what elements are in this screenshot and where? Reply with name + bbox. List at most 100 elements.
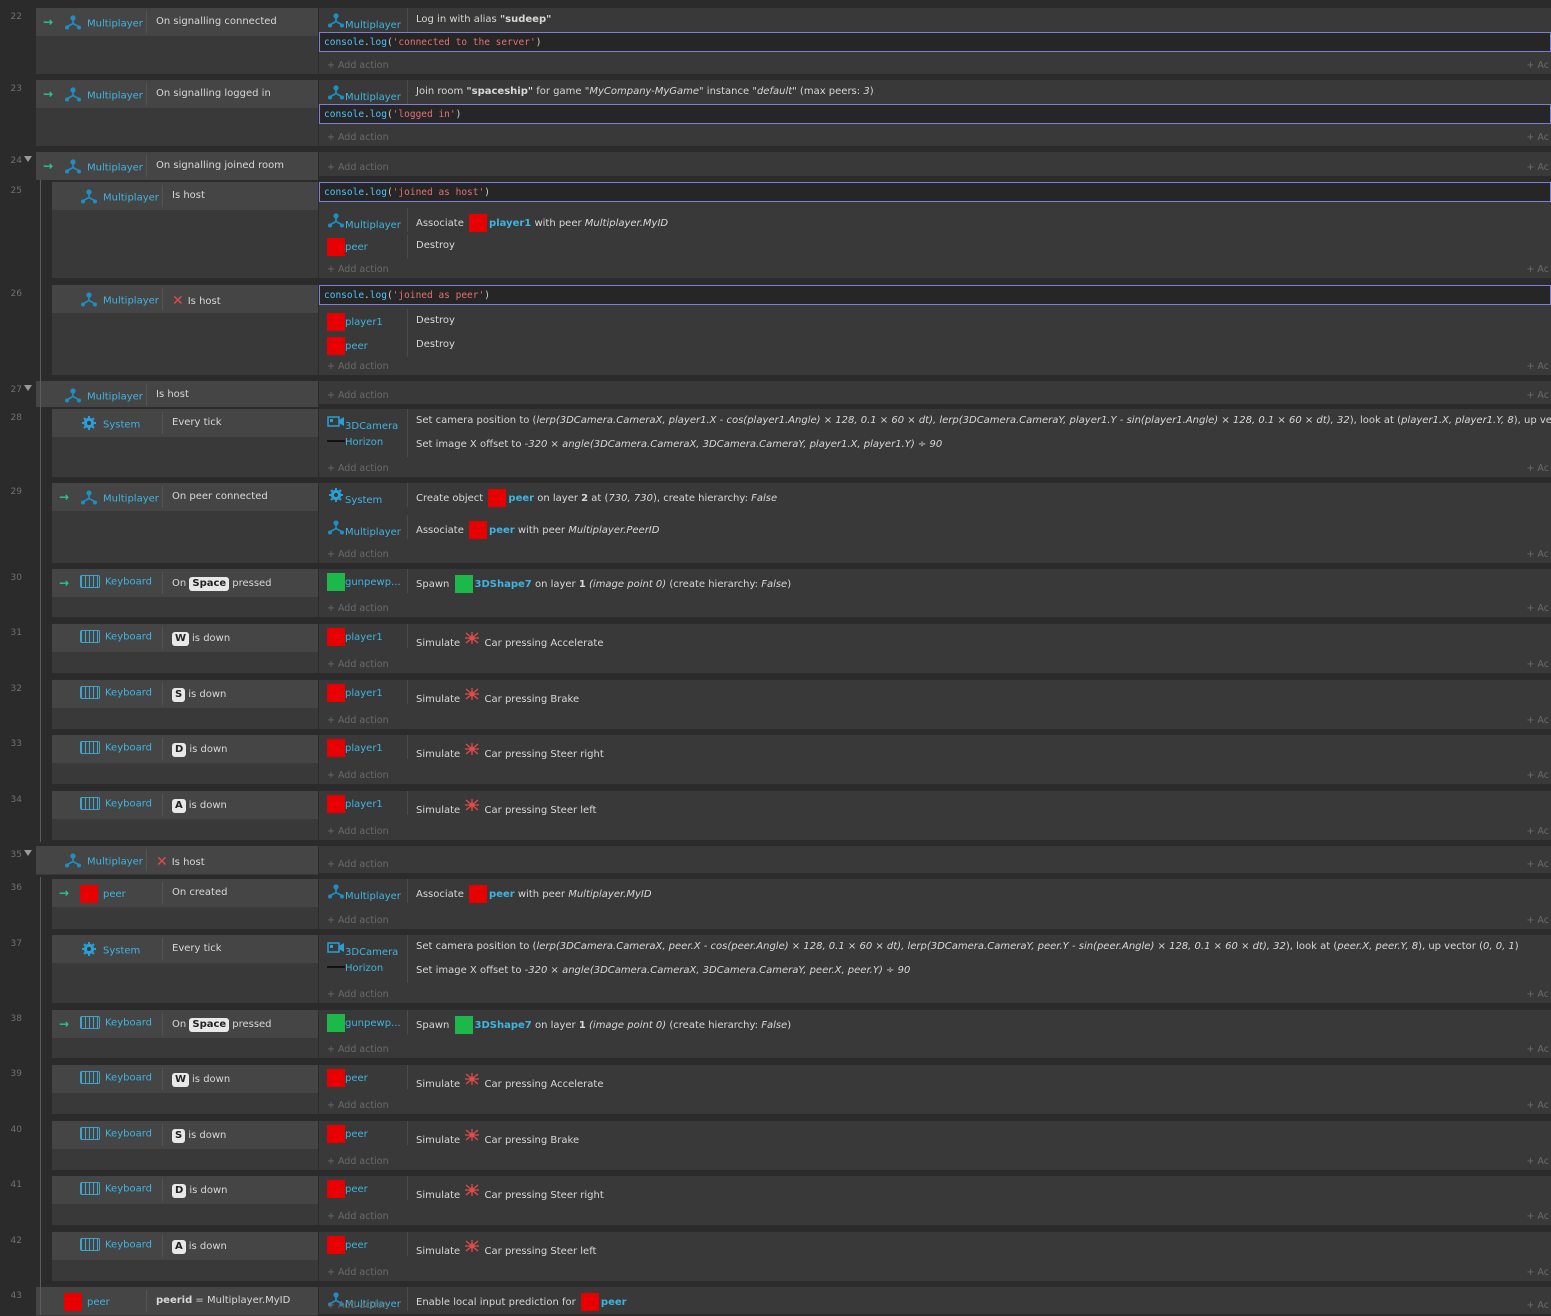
action[interactable]: player1 Simulate Car pressing Brake (319, 680, 1551, 705)
add-action-link-right[interactable]: + Ac (1526, 989, 1549, 1000)
action-block[interactable]: player1 Simulate Car pressing Steer left +… (319, 791, 1551, 840)
condition-block[interactable]: → Multiplayer On peer connected (52, 483, 318, 563)
condition[interactable]: Multiplayer ✕ Is host (36, 846, 318, 875)
script-action[interactable]: console.log('joined as host') (319, 182, 1551, 202)
action-block[interactable]: Multiplayer Enable local input prediction… (319, 1287, 1551, 1314)
condition-block[interactable]: Keyboard Sis down (52, 1121, 318, 1170)
condition[interactable]: → Keyboard On Space pressed (52, 1010, 318, 1039)
event-block[interactable]: 36 → peer On created Multiplayer Associate pe… (0, 877, 1551, 931)
condition[interactable]: → Multiplayer On peer connected (52, 483, 318, 512)
add-action-link-right[interactable]: + Ac (1526, 463, 1549, 474)
action[interactable]: Horizon Set image X offset to -320 × angl… (319, 433, 1551, 457)
event-block[interactable]: 34 Keyboard Ais down player1 Simulate Car pr… (0, 789, 1551, 842)
add-action-link-right[interactable]: + Ac (1526, 770, 1549, 781)
condition-block[interactable]: Keyboard Dis down (52, 1176, 318, 1225)
condition-block[interactable]: Keyboard Sis down (52, 680, 318, 729)
condition[interactable]: Multiplayer Is host (36, 381, 318, 410)
add-action-link[interactable]: + Add action (327, 915, 389, 926)
action[interactable]: Multiplayer Associate peer with peer Mult… (319, 515, 1551, 539)
action[interactable]: Multiplayer Associate peer with peer Mult… (319, 879, 1551, 903)
add-action-link-right[interactable]: + Ac (1526, 859, 1549, 870)
condition[interactable]: Multiplayer Is host (52, 182, 318, 211)
action-block[interactable]: + Add action + Ac (319, 152, 1551, 176)
add-action-link[interactable]: + Add action (327, 1300, 389, 1311)
condition-block[interactable]: Keyboard Ais down (52, 791, 318, 840)
event-block[interactable]: 31 Keyboard Wis down player1 Simulate Car pr… (0, 622, 1551, 675)
add-action-link[interactable]: + Add action (327, 60, 389, 71)
condition[interactable]: Keyboard Dis down (52, 735, 318, 764)
action[interactable]: Multiplayer Log in with alias "sudeep" (319, 8, 1551, 32)
action-block[interactable]: console.log('joined as peer') player1 Dest… (319, 285, 1551, 375)
event-block[interactable]: 29 → Multiplayer On peer connected System Cre… (0, 481, 1551, 565)
action[interactable]: Multiplayer Join room "spaceship" for gam… (319, 80, 1551, 104)
condition-block[interactable]: peer peerid = Multiplayer.MyID (36, 1287, 318, 1316)
add-action-link[interactable]: + Add action (327, 1267, 389, 1278)
action-block[interactable]: player1 Simulate Car pressing Accelerate +… (319, 624, 1551, 673)
action-block[interactable]: 3DCamera Set camera position to (lerp(3DC… (319, 409, 1551, 477)
event-block[interactable]: 38 → Keyboard On Space pressed gunpewp... Spaw… (0, 1008, 1551, 1060)
action-block[interactable]: player1 Simulate Car pressing Steer right… (319, 735, 1551, 784)
add-action-link-right[interactable]: + Ac (1526, 915, 1549, 926)
add-action-link-right[interactable]: + Ac (1526, 1300, 1549, 1311)
event-block[interactable]: 42 Keyboard Ais down peer Simulate Car press… (0, 1230, 1551, 1283)
action[interactable]: player1 Simulate Car pressing Steer left (319, 791, 1551, 816)
add-action-link[interactable]: + Add action (327, 603, 389, 614)
action[interactable]: peer Simulate Car pressing Accelerate (319, 1065, 1551, 1090)
action[interactable]: peer Destroy (319, 234, 1551, 258)
add-action-link[interactable]: + Add action (327, 463, 389, 474)
add-action-link[interactable]: + Add action (327, 132, 389, 143)
action[interactable]: peer Simulate Car pressing Steer left (319, 1232, 1551, 1257)
script-action[interactable]: console.log('logged in') (319, 104, 1551, 124)
action[interactable]: player1 Destroy (319, 309, 1551, 333)
event-block[interactable]: 43 peer peerid = Multiplayer.MyID Multiplay… (0, 1285, 1551, 1316)
condition-block[interactable]: → Multiplayer On signalling joined room (36, 152, 318, 181)
condition[interactable]: Keyboard Sis down (52, 1121, 318, 1150)
event-block[interactable]: 22 → Multiplayer On signalling connected Mul… (0, 6, 1551, 76)
condition-block[interactable]: Multiplayer ✕ Is host (52, 285, 318, 375)
add-action-link-right[interactable]: + Ac (1526, 1044, 1549, 1055)
action-block[interactable]: Multiplayer Associate peer with peer Mult… (319, 879, 1551, 929)
event-block[interactable]: 40 Keyboard Sis down peer Simulate Car press… (0, 1119, 1551, 1172)
add-action-link[interactable]: + Add action (327, 162, 389, 173)
add-action-link-right[interactable]: + Ac (1526, 1156, 1549, 1167)
event-block[interactable]: 28 System Every tick 3DCamera Set camera pos… (0, 407, 1551, 479)
add-action-link-right[interactable]: + Ac (1526, 132, 1549, 143)
add-action-link[interactable]: + Add action (327, 1044, 389, 1055)
action-block[interactable]: peer Simulate Car pressing Steer left + Ad… (319, 1232, 1551, 1281)
add-action-link-right[interactable]: + Ac (1526, 659, 1549, 670)
condition[interactable]: → Multiplayer On signalling joined room (36, 152, 318, 181)
action[interactable]: player1 Simulate Car pressing Steer right (319, 735, 1551, 760)
add-action-link-right[interactable]: + Ac (1526, 60, 1549, 71)
add-action-link[interactable]: + Add action (327, 770, 389, 781)
event-block[interactable]: 39 Keyboard Wis down peer Simulate Car press… (0, 1063, 1551, 1116)
action-block[interactable]: peer Simulate Car pressing Steer right + A… (319, 1176, 1551, 1225)
event-block[interactable]: 27 Multiplayer Is host + Add action + Ac (0, 379, 1551, 410)
condition[interactable]: Keyboard Ais down (52, 791, 318, 820)
add-action-link[interactable]: + Add action (327, 989, 389, 1000)
event-block[interactable]: 30 → Keyboard On Space pressed gunpewp... Spaw… (0, 567, 1551, 619)
event-block[interactable]: 26 Multiplayer ✕ Is host console.log('joined… (0, 283, 1551, 377)
action[interactable]: Horizon Set image X offset to -320 × angl… (319, 959, 1551, 983)
action-block[interactable]: player1 Simulate Car pressing Brake + Add … (319, 680, 1551, 729)
condition[interactable]: System Every tick (52, 409, 318, 438)
condition-block[interactable]: System Every tick (52, 935, 318, 1003)
condition-block[interactable]: Keyboard Wis down (52, 624, 318, 673)
add-action-link[interactable]: + Add action (327, 390, 389, 401)
event-block[interactable]: 41 Keyboard Dis down peer Simulate Car press… (0, 1174, 1551, 1227)
condition[interactable]: → Multiplayer On signalling connected (36, 8, 318, 37)
event-block[interactable]: 35 Multiplayer ✕ Is host + Add action + Ac (0, 844, 1551, 875)
condition-block[interactable]: → peer On created (52, 879, 318, 929)
condition-block[interactable]: System Every tick (52, 409, 318, 477)
event-block[interactable]: 23 → Multiplayer On signalling logged in Mul… (0, 78, 1551, 148)
condition-block[interactable]: Keyboard Dis down (52, 735, 318, 784)
action-block[interactable]: gunpewp... Spawn 3DShape7 on layer 1 (ima… (319, 1010, 1551, 1058)
add-action-link-right[interactable]: + Ac (1526, 390, 1549, 401)
add-action-link-right[interactable]: + Ac (1526, 264, 1549, 275)
action-block[interactable]: Multiplayer Join room "spaceship" for gam… (319, 80, 1551, 146)
collapse-arrow-icon[interactable] (24, 385, 32, 391)
action[interactable]: System Create object peer on layer 2 at (… (319, 483, 1551, 507)
add-action-link[interactable]: + Add action (327, 264, 389, 275)
action-block[interactable]: 3DCamera Set camera position to (lerp(3DC… (319, 935, 1551, 1003)
add-action-link-right[interactable]: + Ac (1526, 1267, 1549, 1278)
action[interactable]: Multiplayer Associate player1 with peer M… (319, 208, 1551, 232)
